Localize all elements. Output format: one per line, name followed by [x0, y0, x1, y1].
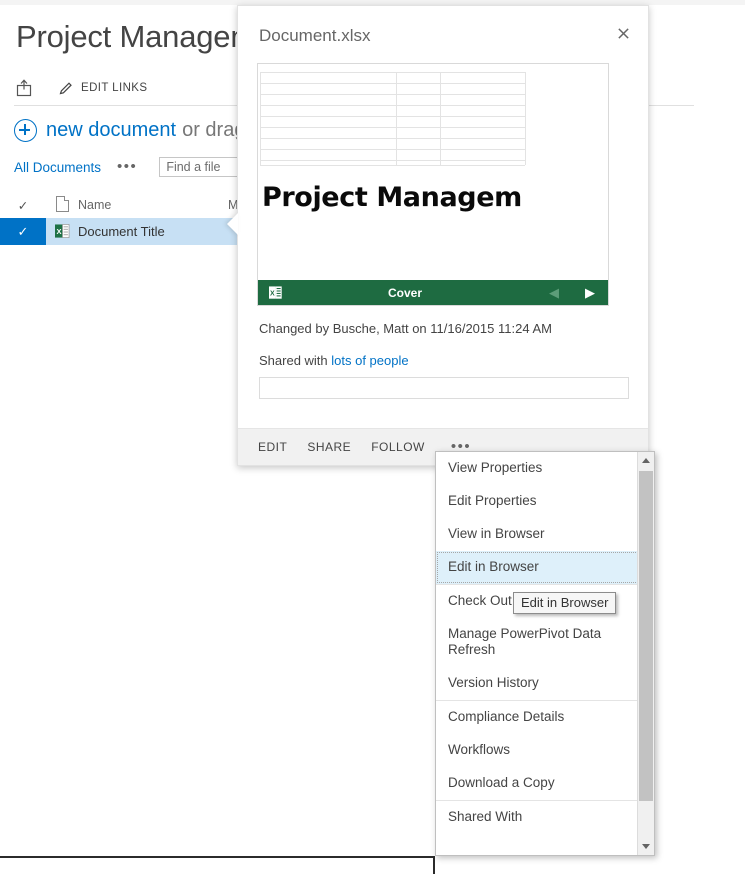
view-selector-all-documents[interactable]: All Documents [14, 160, 101, 175]
document-preview[interactable]: Project Managem X Cover ◀ ▶ [257, 63, 609, 306]
context-menu-group: Shared With [436, 801, 639, 834]
menu-item-workflows[interactable]: Workflows [436, 734, 639, 767]
scrollbar-thumb[interactable] [639, 471, 653, 801]
document-icon [46, 195, 78, 215]
menu-item-manage-powerpivot-data-refresh[interactable]: Manage PowerPivot Data Refresh [436, 618, 639, 667]
excel-file-icon: X [46, 223, 78, 240]
column-header-name[interactable]: Name [78, 198, 228, 212]
context-menu-group: Compliance Details Workflows Download a … [436, 701, 639, 801]
pencil-icon [58, 80, 74, 96]
new-document-row: new document or drag [14, 119, 245, 142]
document-callout: Document.xlsx Project Managem X Cover ◀ … [237, 5, 649, 466]
menu-item-compliance-details[interactable]: Compliance Details [436, 701, 639, 734]
menu-item-download-a-copy[interactable]: Download a Copy [436, 767, 639, 800]
preview-heading-text: Project Managem [262, 182, 522, 213]
callout-beak [227, 213, 238, 235]
callout-title: Document.xlsx [259, 26, 371, 45]
shared-with-link[interactable]: lots of people [331, 353, 408, 368]
context-menu-items: View Properties Edit Properties View in … [436, 452, 639, 855]
new-document-link[interactable]: new document [46, 119, 176, 142]
row-name-link[interactable]: Document Title [78, 224, 228, 239]
row-checkbox[interactable]: ✓ [0, 218, 46, 245]
shared-with-prefix: Shared with [259, 353, 332, 368]
preview-spreadsheet-grid [258, 64, 608, 278]
menu-item-version-history[interactable]: Version History [436, 667, 639, 700]
menu-item-shared-with[interactable]: Shared With [436, 801, 639, 834]
scroll-up-arrow-icon[interactable] [638, 452, 654, 469]
context-menu-group: View Properties Edit Properties View in … [436, 452, 639, 585]
share-button[interactable]: SHARE [307, 440, 351, 454]
shared-with-text: Shared with lots of people [259, 353, 409, 368]
bottom-edge-rule-side [433, 856, 435, 874]
svg-text:X: X [56, 227, 61, 236]
share-icon[interactable] [14, 78, 34, 98]
scrollbar[interactable] [637, 452, 654, 855]
tooltip: Edit in Browser [513, 592, 617, 614]
menu-item-edit-properties[interactable]: Edit Properties [436, 485, 639, 518]
menu-item-view-in-browser[interactable]: View in Browser [436, 518, 639, 551]
scroll-down-arrow-icon[interactable] [638, 838, 654, 855]
triangle-left-icon[interactable]: ◀ [536, 285, 572, 301]
page-link-row: EDIT LINKS [14, 75, 147, 101]
plus-circle-icon [14, 119, 37, 142]
changed-by-text: Changed by Busche, Matt on 11/16/2015 11… [259, 321, 552, 336]
context-menu: View Properties Edit Properties View in … [435, 451, 655, 856]
close-icon[interactable] [610, 20, 636, 46]
new-document-drag-text: or drag [182, 119, 246, 141]
edit-links-label: EDIT LINKS [81, 82, 148, 94]
more-actions-ellipsis-button[interactable]: ••• [451, 439, 471, 454]
bottom-edge-rule [0, 856, 435, 858]
triangle-right-icon[interactable]: ▶ [572, 285, 608, 301]
note-input[interactable] [259, 377, 629, 399]
follow-button[interactable]: FOLLOW [371, 440, 425, 454]
edit-links-button[interactable]: EDIT LINKS [58, 80, 147, 96]
menu-item-view-properties[interactable]: View Properties [436, 452, 639, 485]
menu-item-edit-in-browser[interactable]: Edit in Browser [436, 551, 639, 584]
view-selector-ellipsis-button[interactable]: ••• [117, 159, 137, 174]
select-all-checkmark-icon[interactable]: ✓ [0, 198, 46, 213]
preview-sheet-label: Cover [387, 285, 422, 300]
preview-status-bar: X Cover ◀ ▶ [258, 280, 608, 305]
edit-button[interactable]: EDIT [258, 440, 287, 454]
